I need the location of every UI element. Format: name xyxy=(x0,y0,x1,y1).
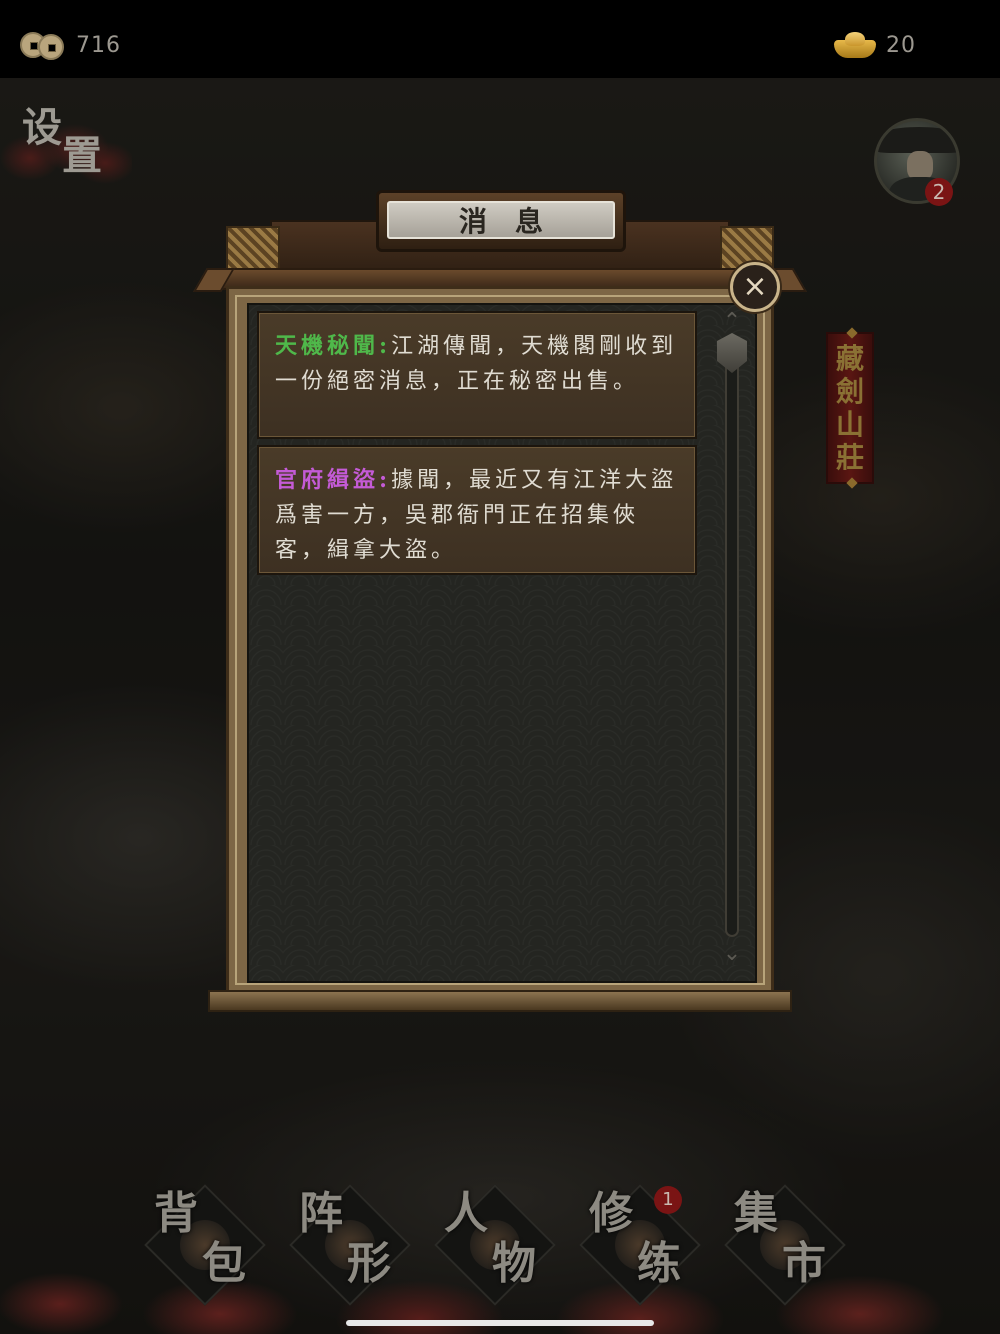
avatar-notification-badge: 2 xyxy=(925,178,953,206)
close-icon: × xyxy=(742,269,768,304)
nav-characters[interactable]: 人 物 xyxy=(430,1180,560,1310)
copper-coins-icon xyxy=(20,30,66,60)
nav-label-1: 集 xyxy=(734,1188,778,1239)
dialog-base xyxy=(208,990,792,1012)
nav-label-1: 背 xyxy=(154,1188,198,1239)
training-notification-badge: 1 xyxy=(654,1186,682,1214)
dialog-frame: 天機秘聞:江湖傳聞，天機閣剛收到一份絕密消息，正在秘密出售。 官府緝盜:據聞，最… xyxy=(226,286,774,994)
dialog-title: 消息 xyxy=(458,205,571,238)
chevron-up-icon[interactable]: ⌃ xyxy=(721,311,743,333)
nav-market[interactable]: 集 市 xyxy=(720,1180,850,1310)
chevron-down-icon[interactable]: ⌄ xyxy=(721,943,743,965)
nav-formation[interactable]: 阵 形 xyxy=(285,1180,415,1310)
message-label: 官府緝盜: xyxy=(275,467,392,493)
ornament-left xyxy=(226,226,280,272)
nav-label-1: 修 xyxy=(589,1188,633,1239)
nav-label-1: 人 xyxy=(444,1188,488,1239)
location-char: 山 xyxy=(835,408,864,441)
nav-label-1: 阵 xyxy=(299,1188,343,1239)
message-item[interactable]: 官府緝盜:據聞，最近又有江洋大盜爲害一方，吳郡衙門正在招集俠客，緝拿大盜。 xyxy=(257,445,697,575)
message-label: 天機秘聞: xyxy=(275,333,392,359)
home-indicator[interactable] xyxy=(346,1320,654,1326)
bottom-nav: 背 包 阵 形 人 物 修 练 集 市 1 xyxy=(140,1180,860,1310)
coins-value: 716 xyxy=(76,32,121,58)
location-char: 藏 xyxy=(835,342,864,375)
settings-label-1: 设 xyxy=(22,104,62,151)
nav-label-2: 包 xyxy=(202,1238,246,1289)
scroll-thumb[interactable] xyxy=(717,333,747,373)
nav-label-2: 形 xyxy=(347,1238,391,1289)
nav-label-2: 市 xyxy=(782,1238,826,1289)
nav-label-2: 物 xyxy=(492,1238,536,1289)
nav-backpack[interactable]: 背 包 xyxy=(140,1180,270,1310)
gold-counter: 20 xyxy=(834,30,916,60)
close-button[interactable]: × xyxy=(730,262,780,312)
coins-counter: 716 xyxy=(20,30,121,60)
gold-ingot-icon xyxy=(834,30,876,60)
resource-bar: 716 20 xyxy=(0,0,1000,78)
message-item[interactable]: 天機秘聞:江湖傳聞，天機閣剛收到一份絕密消息，正在秘密出售。 xyxy=(257,311,697,439)
dialog-title-plaque: 消息 xyxy=(376,190,626,252)
scrollbar[interactable]: ⌃ ⌄ xyxy=(717,311,747,973)
location-char: 莊 xyxy=(835,441,864,474)
gold-value: 20 xyxy=(886,32,916,58)
location-char: 劍 xyxy=(835,375,864,408)
nav-label-2: 练 xyxy=(637,1238,681,1289)
scroll-track[interactable] xyxy=(725,337,739,937)
nav-training[interactable]: 修 练 xyxy=(575,1180,705,1310)
settings-button[interactable]: 设 置 xyxy=(0,100,135,190)
message-list[interactable]: 天機秘聞:江湖傳聞，天機閣剛收到一份絕密消息，正在秘密出售。 官府緝盜:據聞，最… xyxy=(247,303,757,983)
settings-label-2: 置 xyxy=(62,132,102,179)
location-banner[interactable]: 藏 劍 山 莊 xyxy=(826,332,874,484)
message-dialog: 消息 天機秘聞:江湖傳聞，天機閣剛收到一份絕密消息，正在秘密出售。 官府緝盜:據… xyxy=(200,190,800,1015)
